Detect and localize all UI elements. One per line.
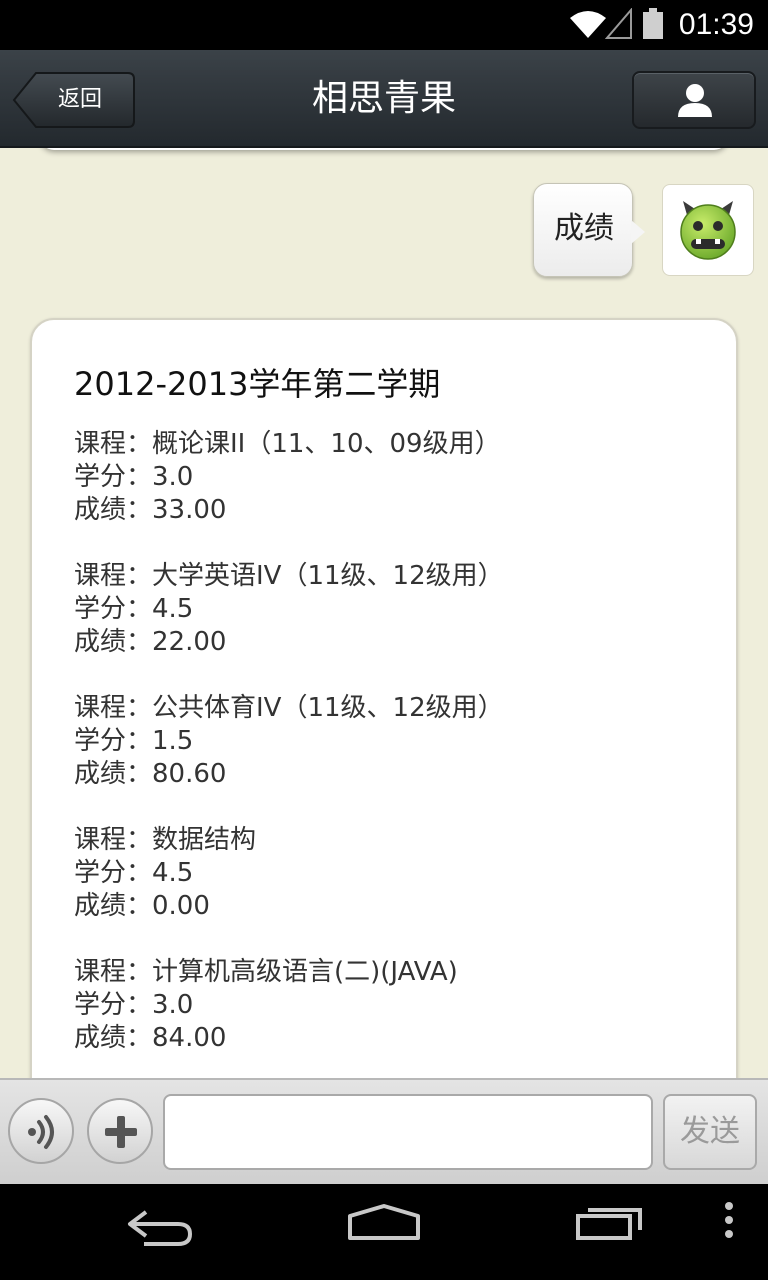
- previous-message-edge: [40, 148, 728, 150]
- plus-button[interactable]: [87, 1098, 153, 1164]
- course-grade: 成绩：22.00: [74, 627, 227, 657]
- course-credits: 学分：4.5: [74, 858, 194, 888]
- plus-icon: [105, 1116, 137, 1148]
- home-icon[interactable]: [346, 1202, 422, 1242]
- course-credits: 学分：3.0: [74, 462, 194, 492]
- course-credits: 学分：4.5: [74, 594, 194, 624]
- send-button[interactable]: 发送: [663, 1094, 757, 1170]
- signal-icon: [605, 8, 632, 39]
- course-grade: 成绩：80.60: [74, 759, 227, 789]
- person-icon: [678, 84, 712, 117]
- course-name: 课程：计算机高级语言(二)(JAVA): [74, 957, 458, 987]
- course-name: 课程：数据结构: [74, 825, 257, 855]
- status-time: 01:39: [678, 8, 754, 41]
- navigation-bar: [0, 1184, 768, 1280]
- profile-button[interactable]: [632, 71, 756, 129]
- course-name: 课程：大学英语IV（11级、12级用）: [74, 561, 504, 591]
- bubble-tail: [631, 220, 645, 244]
- course-list: 课程：概论课II（11、10、09级用） 学分：3.0 成绩：33.00 课程：…: [74, 428, 714, 1078]
- course-name: 课程：概论课II（11、10、09级用）: [74, 429, 501, 459]
- wifi-icon: [570, 11, 606, 38]
- battery-icon: [643, 8, 663, 39]
- menu-icon[interactable]: [722, 1200, 736, 1240]
- title-bar: 相思青果 返回: [0, 50, 768, 148]
- course-credits: 学分：3.0: [74, 990, 194, 1020]
- user-avatar[interactable]: [662, 184, 754, 276]
- course-grade: 成绩：0.00: [74, 891, 210, 921]
- recent-apps-icon[interactable]: [574, 1202, 646, 1242]
- status-bar: 01:39: [0, 0, 768, 50]
- sent-message-bubble[interactable]: 成绩: [533, 183, 645, 277]
- course-grade: 成绩：84.00: [74, 1023, 227, 1053]
- back-button[interactable]: 返回: [12, 71, 136, 129]
- reply-message-card[interactable]: 2012-2013学年第二学期 课程：概论课II（11、10、09级用） 学分：…: [30, 318, 738, 1078]
- sent-message-text: 成绩: [554, 211, 614, 246]
- voice-button[interactable]: [8, 1098, 74, 1164]
- list-item: 课程：大学英语IV（11级、12级用） 学分：4.5 成绩：22.00: [74, 560, 714, 659]
- chat-area[interactable]: 成绩 2012-2013学年第二学期 课程：概论课II（11、10、09级用） …: [0, 148, 768, 1078]
- back-icon[interactable]: [124, 1204, 196, 1252]
- course-grade: 成绩：33.00: [74, 495, 227, 525]
- list-item: 课程：概论课II（11、10、09级用） 学分：3.0 成绩：33.00: [74, 428, 714, 527]
- voice-icon: [28, 1115, 54, 1149]
- input-bar: 发送: [0, 1078, 768, 1184]
- course-credits: 学分：1.5: [74, 726, 194, 756]
- message-input[interactable]: [163, 1094, 653, 1170]
- list-item: 课程：公共体育IV（11级、12级用） 学分：1.5 成绩：80.60: [74, 692, 714, 791]
- list-item: 课程：数据结构 学分：4.5 成绩：0.00: [74, 824, 714, 923]
- back-label: 返回: [58, 87, 103, 112]
- green-monster-avatar-icon: [680, 201, 736, 260]
- list-item: 课程：计算机高级语言(二)(JAVA) 学分：3.0 成绩：84.00: [74, 956, 714, 1055]
- term-title: 2012-2013学年第二学期: [74, 365, 441, 403]
- course-name: 课程：公共体育IV（11级、12级用）: [74, 693, 504, 723]
